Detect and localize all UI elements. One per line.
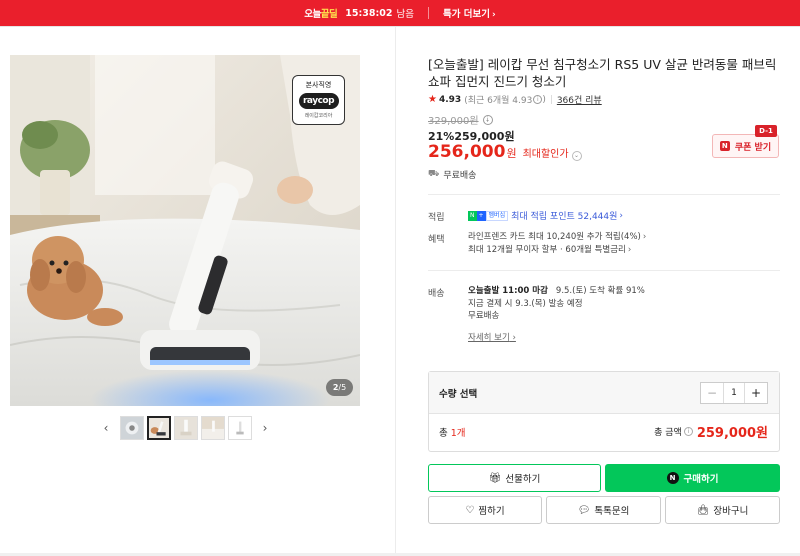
delivery-info: 오늘출발 11:00 마감 9.5.(토) 도착 확률 91% 지금 결제 시 9… [468, 285, 645, 323]
section-divider [428, 270, 780, 271]
total-amount-label: 총 금액 [654, 428, 682, 438]
thumbnail-strip: ‹ › [100, 415, 271, 441]
gift-icon: 🎁︎ [488, 472, 502, 484]
chevron-down-icon[interactable]: ⌄ [571, 151, 582, 161]
promo-brand: 오늘끝딜 [304, 9, 338, 20]
benefit-installment-link[interactable]: 최대 12개월 무이자 할부 · 60개월 특별금리 › [468, 244, 646, 257]
review-count-link[interactable]: 366건 리뷰 [557, 93, 602, 106]
talktalk-inquiry-button[interactable]: 💬︎ 톡톡문의 [546, 496, 661, 524]
delivery-arrival: 9.5.(토) 도착 확률 91% [555, 286, 645, 296]
delivery-detail-link[interactable]: 자세히 보기 › [468, 331, 516, 343]
thumbnail-5[interactable] [227, 416, 252, 440]
cart-button[interactable]: 👜︎ 장바구니 [665, 496, 780, 524]
chevron-right-icon: › [627, 244, 632, 255]
badge-text-bottom: 레이캅코리아 [304, 113, 333, 119]
delivery-dispatch: 지금 결제 시 9.3.(목) 발송 예정 [468, 298, 583, 309]
thumbnail-1[interactable] [119, 416, 144, 440]
chevron-right-icon[interactable]: › [259, 421, 271, 435]
delivery-cutoff: 오늘출발 11:00 마감 [468, 286, 548, 296]
chevron-right-icon: › [619, 210, 624, 221]
chevron-right-icon: › [492, 10, 496, 20]
rating-divider [550, 95, 552, 104]
quantity-increase-button[interactable]: + [745, 383, 767, 403]
total-amount-row: 총 금액 i 259,000원 [654, 422, 768, 441]
rating-recent-close: ) [542, 94, 546, 105]
countdown-suffix: 남음 [396, 9, 414, 20]
promo-divider [427, 7, 429, 19]
free-shipping: ⛟ 무료배송 [428, 168, 476, 181]
rating-row: ★ 4.93 (최근 6개월 4.93 i) 366건 리뷰 [428, 93, 602, 106]
rating-recent: (최근 6개월 4.93 [464, 96, 533, 106]
final-price-unit: 원 [506, 147, 517, 160]
info-icon[interactable]: i [683, 427, 693, 436]
chat-bubble-icon: 💬︎ [577, 504, 591, 516]
benefit-label: 혜택 [428, 235, 445, 245]
quantity-input[interactable]: 1 [723, 383, 745, 403]
column-divider [395, 27, 396, 556]
buy-button[interactable]: N 구매하기 [605, 464, 780, 492]
coupon-dday-tag: D-1 [755, 125, 777, 137]
delivery-label: 배송 [428, 289, 445, 299]
total-count: 총 1개 [439, 428, 466, 439]
points-label: 적립 [428, 213, 445, 223]
total-amount: 259,000원 [696, 426, 768, 441]
points-text: 최대 적립 포인트 52,444원 [511, 212, 618, 222]
final-price: 256,000 [428, 142, 506, 162]
info-icon[interactable]: i [482, 114, 493, 125]
quantity-stepper: − 1 + [700, 382, 768, 404]
final-price-row: 256,000 원 최대할인가 ⌄ [428, 142, 582, 162]
thumbnail-4[interactable] [200, 416, 225, 440]
wishlist-button[interactable]: ♡ 찜하기 [428, 496, 542, 524]
naver-n-icon: N [719, 141, 730, 151]
naver-pay-icon: N [666, 472, 679, 484]
official-store-badge: 본사직영 raycop 레이캅코리아 [292, 75, 345, 125]
thumbnail-2[interactable] [146, 416, 171, 440]
info-icon[interactable]: i [533, 95, 543, 104]
free-shipping-label: 무료배송 [443, 171, 477, 181]
brand-logo: raycop [298, 93, 339, 109]
chevron-right-icon: › [642, 232, 647, 242]
shopping-bag-icon: 👜︎ [696, 504, 710, 516]
benefit-list: 라인프렌즈 카드 최대 10,240원 추가 적립(4%) › 최대 12개월 무… [468, 231, 646, 256]
image-counter: 2/5 [326, 379, 353, 396]
quantity-panel: 수량 선택 − 1 + 총 1개 총 금액 i 259,000원 [428, 371, 780, 452]
coupon-button[interactable]: D-1 N 쿠폰 받기 [712, 125, 779, 158]
star-icon: ★ [428, 94, 437, 105]
original-price: 329,000원 i [428, 112, 493, 127]
heart-icon: ♡ [465, 504, 475, 516]
points-link[interactable]: N + 멤버십 최대 적립 포인트 52,444원 › [468, 209, 623, 222]
delivery-fee: 무료배송 [468, 311, 500, 321]
quantity-decrease-button[interactable]: − [701, 383, 723, 403]
badge-text-top: 본사직영 [305, 81, 332, 89]
header-divider [0, 26, 800, 27]
chevron-left-icon[interactable]: ‹ [100, 421, 112, 435]
coupon-label: 쿠폰 받기 [734, 142, 772, 153]
max-discount-label[interactable]: 최대할인가 [523, 145, 569, 160]
benefit-card-link[interactable]: 라인프렌즈 카드 최대 10,240원 추가 적립(4%) › [468, 231, 646, 244]
truck-icon: ⛟ [428, 169, 440, 179]
promo-bar: 오늘끝딜 15:38:02 남음 특가 더보기 › [0, 0, 800, 26]
more-deals-link[interactable]: 특가 더보기 › [443, 6, 496, 20]
quantity-label: 수량 선택 [439, 389, 478, 400]
countdown-timer: 15:38:02 [345, 7, 393, 19]
product-title: [오늘출발] 레이캅 무선 침구청소기 RS5 UV 살균 반려동물 패브릭 쇼… [428, 57, 777, 89]
gift-button[interactable]: 🎁︎ 선물하기 [428, 464, 601, 492]
section-divider [428, 194, 780, 195]
rating-score: 4.93 [438, 94, 462, 105]
naver-pay-icon: N + 멤버십 [468, 210, 509, 221]
thumbnail-3[interactable] [173, 416, 198, 440]
